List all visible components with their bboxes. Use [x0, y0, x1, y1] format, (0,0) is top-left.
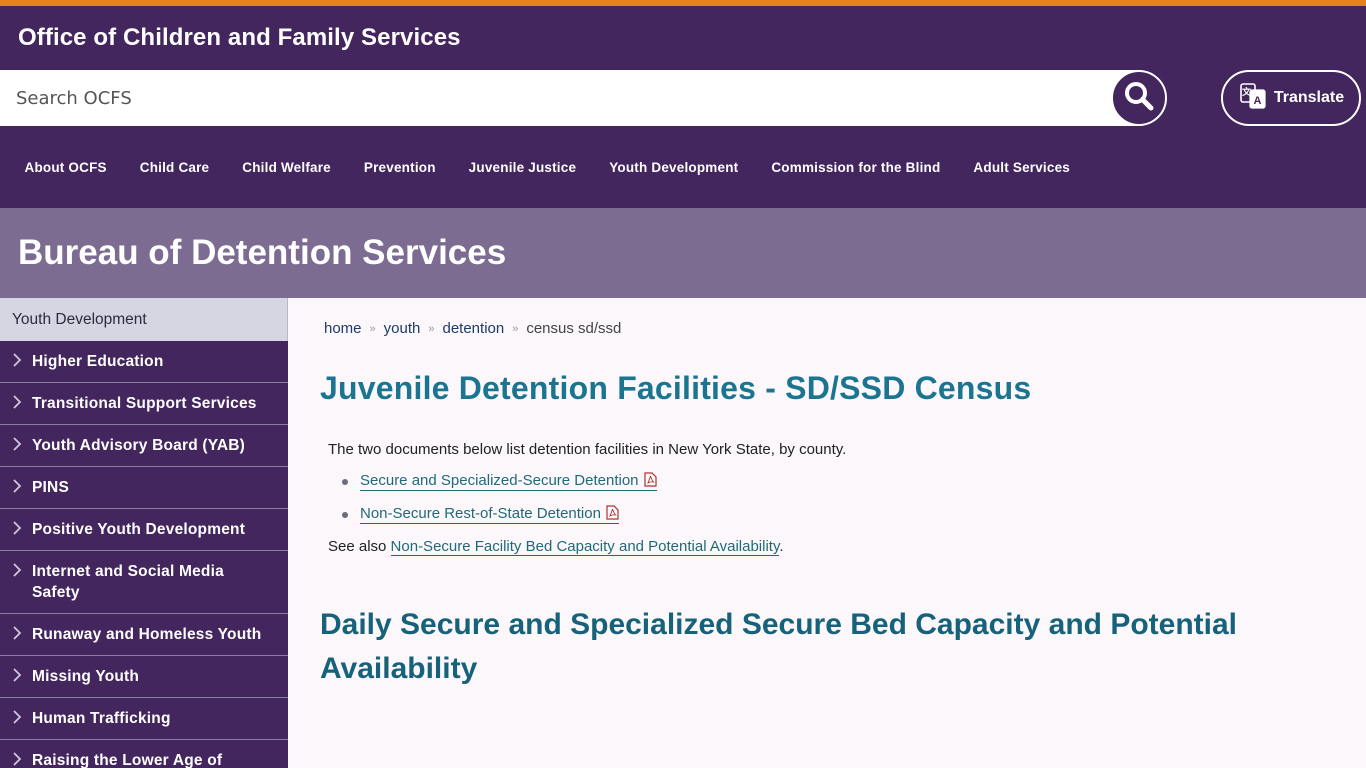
doc-link-label: Non-Secure Rest-of-State Detention: [360, 505, 601, 522]
pdf-icon: [606, 505, 619, 524]
breadcrumb-separator-icon: »: [369, 322, 376, 335]
sidebar-item-raising-age[interactable]: Raising the Lower Age of: [0, 740, 288, 768]
sidebar-item-pins[interactable]: PINS: [0, 467, 288, 509]
search-button[interactable]: [1111, 70, 1167, 126]
section-title: Daily Secure and Specialized Secure Bed …: [320, 608, 1237, 685]
nav-child-care[interactable]: Child Care: [123, 160, 226, 175]
document-list: Secure and Specialized-Secure Detention …: [320, 472, 1334, 524]
sidebar-heading[interactable]: Youth Development: [0, 298, 288, 341]
search-row: A 文 Translate: [0, 70, 1366, 126]
nav-juvenile-justice[interactable]: Juvenile Justice: [452, 160, 593, 175]
sidebar-item-youth-advisory-board[interactable]: Youth Advisory Board (YAB): [0, 425, 288, 467]
breadcrumb: home » youth » detention » census sd/ssd: [320, 320, 1334, 337]
sidebar-item-label: Transitional Support Services: [32, 395, 257, 412]
sidebar-item-label: Higher Education: [32, 353, 164, 370]
sidebar-item-higher-education[interactable]: Higher Education: [0, 341, 288, 383]
doc-link-non-secure-detention[interactable]: Non-Secure Rest-of-State Detention: [360, 505, 619, 524]
translate-icon: A 文: [1238, 81, 1268, 116]
translate-button[interactable]: A 文 Translate: [1221, 70, 1361, 126]
chevron-right-icon: [11, 625, 23, 641]
doc-link-label: Secure and Specialized-Secure Detention: [360, 472, 639, 489]
banner-title: Bureau of Detention Services: [18, 233, 507, 272]
svg-text:A: A: [1253, 95, 1261, 107]
sidebar-item-positive-youth-development[interactable]: Positive Youth Development: [0, 509, 288, 551]
breadcrumb-detention[interactable]: detention: [442, 320, 504, 337]
main-content: home » youth » detention » census sd/ssd…: [288, 298, 1366, 768]
breadcrumb-home[interactable]: home: [324, 320, 362, 337]
see-also: See also Non-Secure Facility Bed Capacit…: [320, 538, 1334, 556]
chevron-right-icon: [11, 436, 23, 452]
sidebar-item-label: Runaway and Homeless Youth: [32, 626, 262, 643]
sidebar-item-runaway-homeless-youth[interactable]: Runaway and Homeless Youth: [0, 614, 288, 656]
see-also-prefix: See also: [328, 538, 391, 555]
chevron-right-icon: [11, 520, 23, 536]
chevron-right-icon: [11, 394, 23, 410]
see-also-link[interactable]: Non-Secure Facility Bed Capacity and Pot…: [390, 538, 780, 556]
main-nav: About OCFS Child Care Child Welfare Prev…: [0, 126, 1366, 208]
sidebar-item-human-trafficking[interactable]: Human Trafficking: [0, 698, 288, 740]
see-also-suffix: .: [779, 538, 784, 555]
nav-commission-for-the-blind[interactable]: Commission for the Blind: [755, 160, 957, 175]
pdf-icon: [643, 472, 657, 491]
sidebar-item-transitional-support[interactable]: Transitional Support Services: [0, 383, 288, 425]
page-banner: Bureau of Detention Services: [0, 208, 1366, 298]
page-title: Juvenile Detention Facilities - SD/SSD C…: [320, 370, 1032, 406]
sidebar-item-label: Positive Youth Development: [32, 521, 246, 538]
title-wrap: Juvenile Detention Facilities - SD/SSD C…: [320, 337, 1334, 429]
site-title[interactable]: Office of Children and Family Services: [18, 24, 461, 52]
sidebar-item-label: PINS: [32, 479, 69, 496]
chevron-right-icon: [11, 562, 23, 578]
doc-link-secure-detention[interactable]: Secure and Specialized-Secure Detention: [360, 472, 657, 491]
sidebar-item-label: Youth Advisory Board (YAB): [32, 437, 246, 454]
intro-text: The two documents below list detention f…: [328, 441, 847, 458]
breadcrumb-youth[interactable]: youth: [384, 320, 421, 337]
svg-text:文: 文: [1241, 86, 1252, 98]
sidebar: Youth Development Higher Education Trans…: [0, 298, 288, 768]
content-area: Youth Development Higher Education Trans…: [0, 298, 1366, 768]
nav-child-welfare[interactable]: Child Welfare: [226, 160, 348, 175]
translate-label: Translate: [1273, 89, 1345, 106]
list-item: Secure and Specialized-Secure Detention: [342, 472, 1334, 491]
chevron-right-icon: [11, 352, 23, 368]
breadcrumb-separator-icon: »: [428, 322, 435, 335]
sidebar-item-internet-social-media-safety[interactable]: Internet and Social Media Safety: [0, 551, 288, 614]
chevron-right-icon: [11, 667, 23, 683]
breadcrumb-current: census sd/ssd: [526, 320, 622, 337]
nav-youth-development[interactable]: Youth Development: [593, 160, 755, 175]
sidebar-item-label: Raising the Lower Age of: [32, 752, 223, 768]
sidebar-item-missing-youth[interactable]: Missing Youth: [0, 656, 288, 698]
nav-about-ocfs[interactable]: About OCFS: [8, 160, 123, 175]
search-box: [0, 70, 1166, 126]
nav-prevention[interactable]: Prevention: [347, 160, 452, 175]
chevron-right-icon: [11, 478, 23, 494]
list-item: Non-Secure Rest-of-State Detention: [342, 505, 1334, 524]
site-header: Office of Children and Family Services: [0, 6, 1366, 70]
sidebar-item-label: Internet and Social Media Safety: [32, 563, 224, 601]
search-input[interactable]: [0, 70, 1100, 126]
chevron-right-icon: [11, 751, 23, 767]
sidebar-item-label: Human Trafficking: [32, 710, 171, 727]
chevron-right-icon: [11, 709, 23, 725]
breadcrumb-separator-icon: »: [512, 322, 519, 335]
sidebar-item-label: Missing Youth: [32, 668, 140, 685]
search-icon: [1123, 80, 1155, 117]
nav-adult-services[interactable]: Adult Services: [957, 160, 1087, 175]
